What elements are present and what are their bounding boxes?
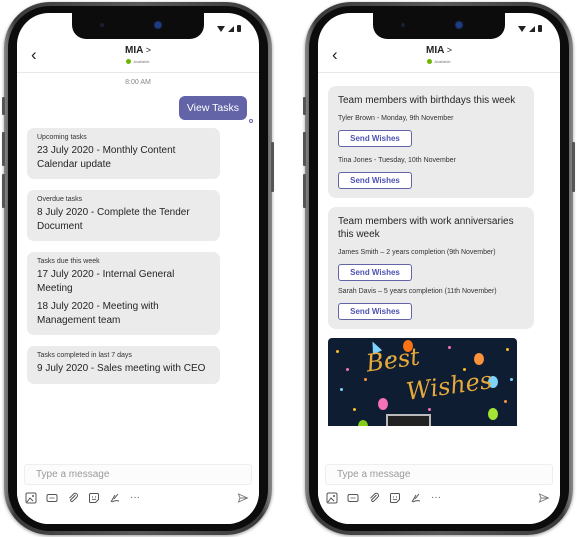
anniversary-person: James Smith – 2 years completion (9th No…: [338, 248, 496, 256]
presence-text: Available: [434, 59, 451, 64]
task-item: 18 July 2020 - Meeting with Management t…: [37, 301, 159, 326]
gif-icon[interactable]: [46, 492, 58, 504]
more-options-icon[interactable]: ···: [130, 492, 142, 504]
presence-text: Available: [133, 59, 150, 64]
composer-toolbar: ···: [25, 490, 249, 506]
speaker: [100, 23, 104, 27]
notch: [373, 13, 505, 39]
send-wishes-button[interactable]: Send Wishes: [338, 171, 412, 189]
image-icon[interactable]: [326, 492, 338, 504]
best-wishes-image[interactable]: Best Wishes: [328, 337, 517, 426]
volume-up-button: [303, 132, 306, 166]
message-input[interactable]: Type a message: [325, 464, 553, 485]
chat-title[interactable]: MIA >: [17, 45, 259, 56]
greeting-line-2: Wishes: [404, 365, 494, 406]
task-card-due-this-week: Tasks due this week 17 July 2020 - Inter…: [27, 252, 220, 335]
format-icon[interactable]: [410, 492, 422, 504]
attach-icon[interactable]: [368, 492, 380, 504]
sent-message-row: View Tasks: [17, 96, 259, 123]
chat-title[interactable]: MIA >: [318, 45, 560, 56]
message-input[interactable]: Type a message: [24, 464, 252, 485]
wifi-icon: [518, 25, 526, 32]
task-card-completed: Tasks completed in last 7 days 9 July 20…: [27, 346, 220, 384]
send-wishes-button[interactable]: Send Wishes: [338, 129, 412, 147]
signal-icon: [529, 25, 535, 32]
chat-header: ‹ MIA > Available: [17, 43, 259, 73]
card-heading: Team members with work anniversaries thi…: [338, 215, 514, 241]
speaker: [401, 23, 405, 27]
birthday-person: Tyler Brown - Monday, 9th November: [338, 114, 454, 122]
send-icon[interactable]: [237, 492, 249, 504]
power-button: [572, 142, 575, 192]
composer: Type a message ···: [318, 464, 560, 524]
volume-down-button: [2, 174, 5, 208]
send-icon[interactable]: [538, 492, 550, 504]
image-icon[interactable]: [25, 492, 37, 504]
task-item: 9 July 2020 - Sales meeting with CEO: [37, 363, 206, 374]
sent-message: View Tasks: [178, 96, 253, 123]
power-button: [271, 142, 274, 192]
signal-icon: [228, 25, 234, 32]
balloon-icon: [474, 352, 484, 365]
chat-area: Team members with birthdays this week Ty…: [318, 74, 560, 464]
sticker-icon[interactable]: [88, 492, 100, 504]
anniversaries-card: Team members with work anniversaries thi…: [328, 206, 534, 329]
phone-left: ‹ MIA > Available 8:00 AM View Tasks Upc…: [2, 2, 274, 535]
presence-status: Available: [17, 59, 259, 65]
task-item: 17 July 2020 - Internal General Meeting: [37, 269, 175, 294]
chat-header: ‹ MIA > Available: [318, 43, 560, 73]
task-item: 8 July 2020 - Complete the Tender Docume…: [37, 207, 190, 232]
presence-dot-icon: [427, 59, 433, 65]
camera-icon: [155, 22, 161, 28]
balloon-icon: [378, 397, 388, 410]
balloon-icon: [488, 407, 498, 420]
composer: Type a message ···: [17, 464, 259, 524]
battery-icon: [538, 25, 542, 32]
mute-switch: [2, 97, 5, 115]
card-label: Upcoming tasks: [37, 134, 87, 141]
attach-icon[interactable]: [67, 492, 79, 504]
card-label: Tasks completed in last 7 days: [37, 352, 132, 359]
screen: ‹ MIA > Available Team members with birt…: [318, 13, 560, 524]
presence-dot-icon: [126, 59, 132, 65]
volume-down-button: [303, 174, 306, 208]
status-bar: [217, 25, 241, 32]
card-label: Tasks due this week: [37, 258, 100, 265]
format-icon[interactable]: [109, 492, 121, 504]
volume-up-button: [2, 132, 5, 166]
sent-message-text: View Tasks: [186, 102, 239, 114]
task-item: 23 July 2020 - Monthly Content Calendar …: [37, 145, 176, 170]
task-card-upcoming: Upcoming tasks 23 July 2020 - Monthly Co…: [27, 128, 220, 179]
bot-name: MIA: [124, 45, 143, 56]
card-label: Overdue tasks: [37, 196, 83, 203]
sent-status-icon: [249, 119, 253, 123]
mute-switch: [303, 97, 306, 115]
notch: [72, 13, 204, 39]
phone-right: ‹ MIA > Available Team members with birt…: [303, 2, 575, 535]
anniversary-person: Sarah Davis – 5 years completion (11th N…: [338, 287, 497, 295]
birthday-person: Tina Jones - Tuesday, 10th November: [338, 156, 456, 164]
battery-icon: [237, 25, 241, 32]
camera-icon: [456, 22, 462, 28]
send-wishes-button[interactable]: Send Wishes: [338, 263, 412, 281]
gif-icon[interactable]: [347, 492, 359, 504]
bot-name: MIA: [425, 45, 444, 56]
wifi-icon: [217, 25, 225, 32]
message-timestamp: 8:00 AM: [125, 79, 151, 86]
status-bar: [518, 25, 542, 32]
balloon-icon: [358, 419, 368, 426]
composer-toolbar: ···: [326, 490, 550, 506]
screen: ‹ MIA > Available 8:00 AM View Tasks Upc…: [17, 13, 259, 524]
chat-area: 8:00 AM View Tasks Upcoming tasks 23 Jul…: [17, 74, 259, 464]
sticker-icon[interactable]: [389, 492, 401, 504]
send-wishes-button[interactable]: Send Wishes: [338, 302, 412, 320]
birthdays-card: Team members with birthdays this week Ty…: [328, 86, 534, 198]
card-heading: Team members with birthdays this week: [338, 95, 516, 106]
chevron-right-icon: >: [446, 45, 452, 55]
presence-status: Available: [318, 59, 560, 65]
chevron-right-icon: >: [145, 45, 151, 55]
image-frame: [386, 413, 431, 426]
task-card-overdue: Overdue tasks 8 July 2020 - Complete the…: [27, 190, 220, 241]
more-options-icon[interactable]: ···: [431, 492, 443, 504]
